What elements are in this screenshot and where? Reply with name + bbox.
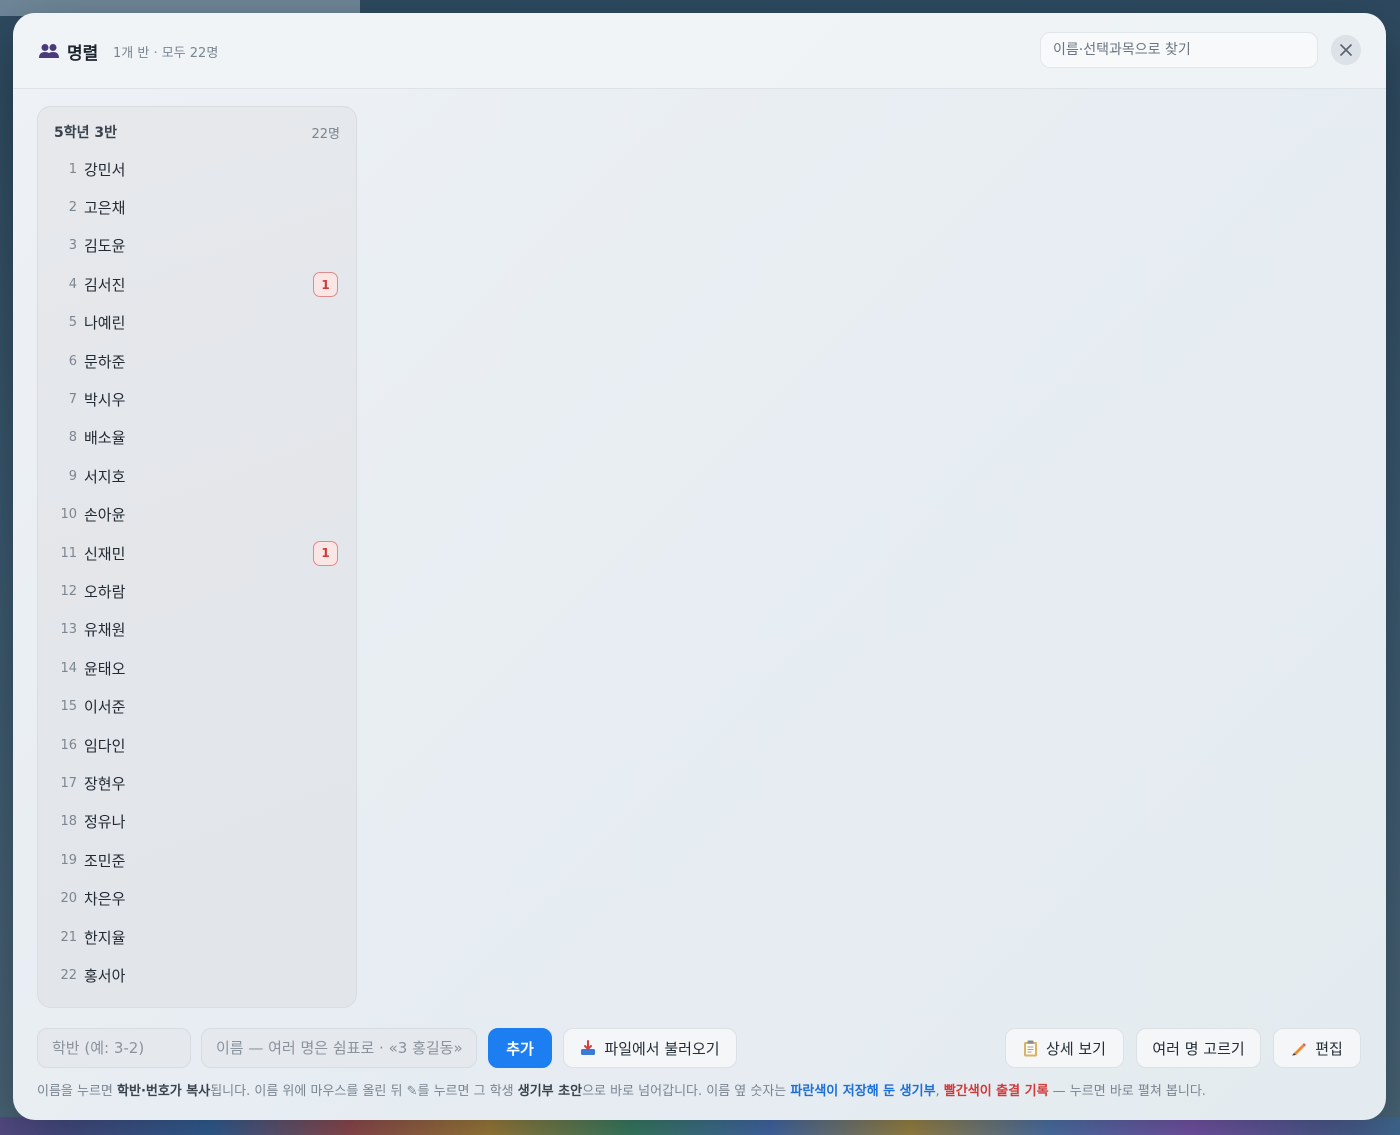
student-number: 1 (68, 161, 77, 177)
student-row[interactable]: 20 차은우 (38, 879, 356, 917)
student-name: 윤태오 (84, 659, 126, 678)
class-number-input[interactable] (37, 1028, 191, 1068)
student-name: 차은우 (84, 890, 126, 909)
student-row[interactable]: 8 배소율 (38, 419, 356, 457)
student-row[interactable]: 11 신재민 1 (38, 534, 356, 572)
student-number: 4 (68, 276, 77, 292)
multi-select-label: 여러 명 고르기 (1152, 1039, 1245, 1058)
student-row[interactable]: 2 고은채 (38, 188, 356, 226)
student-name: 문하준 (84, 352, 126, 371)
student-number: 7 (68, 392, 77, 408)
student-row[interactable]: 1 강민서 (38, 150, 356, 188)
import-file-button[interactable]: 파일에서 불러오기 (563, 1028, 737, 1068)
student-row[interactable]: 16 임다인 (38, 726, 356, 764)
student-number: 10 (60, 507, 77, 523)
student-name: 배소율 (84, 429, 126, 448)
student-name: 정유나 (84, 813, 126, 832)
student-number: 11 (60, 545, 77, 561)
student-name: 유채원 (84, 621, 126, 640)
student-number: 6 (68, 353, 77, 369)
class-panel: 5학년 3반 22명 1 강민서 2 고은채 3 김도윤 4 김서진 1 5 나예린 6 문하준 7 박시우… (37, 106, 357, 1008)
student-name: 이서준 (84, 698, 126, 717)
class-count: 22명 (311, 126, 340, 142)
student-number: 20 (60, 891, 77, 907)
student-name: 한지율 (84, 928, 126, 947)
student-name: 박시우 (84, 391, 126, 410)
edit-button[interactable]: 편집 (1273, 1028, 1361, 1068)
student-number: 15 (60, 699, 77, 715)
student-row[interactable]: 10 손아윤 (38, 496, 356, 534)
detail-view-button[interactable]: 상세 보기 (1005, 1028, 1124, 1068)
close-button[interactable] (1331, 35, 1361, 65)
student-list: 1 강민서 2 고은채 3 김도윤 4 김서진 1 5 나예린 6 문하준 7 박시우 8 배소율 9 서지호 10 손… (38, 150, 356, 995)
student-name-input[interactable] (201, 1028, 477, 1068)
student-row[interactable]: 4 김서진 1 (38, 265, 356, 303)
close-icon (1340, 44, 1352, 56)
multi-select-button[interactable]: 여러 명 고르기 (1136, 1028, 1261, 1068)
student-row[interactable]: 9 서지호 (38, 457, 356, 495)
class-name: 5학년 3반 (54, 125, 117, 141)
student-number: 5 (68, 315, 77, 331)
footer-toolbar: 추가 파일에서 불러오기 상세 보기 여러 명 고르기 (37, 1028, 1362, 1070)
student-row[interactable]: 18 정유나 (38, 803, 356, 841)
student-name: 김서진 (84, 275, 126, 294)
student-name: 오하람 (84, 582, 126, 601)
detail-view-label: 상세 보기 (1046, 1039, 1106, 1058)
student-row[interactable]: 13 유채원 (38, 611, 356, 649)
student-row[interactable]: 17 장현우 (38, 764, 356, 802)
student-row[interactable]: 12 오하람 (38, 572, 356, 610)
inbox-tray-icon (581, 1040, 596, 1055)
student-number: 18 (60, 814, 77, 830)
roster-modal: 명렬 1개 반 · 모두 22명 5학년 3반 22명 1 강민서 2 고은채 3 김도윤… (13, 13, 1386, 1120)
student-row[interactable]: 14 윤태오 (38, 649, 356, 687)
student-name: 홍서아 (84, 966, 126, 985)
student-number: 19 (60, 852, 77, 868)
help-text: 이름을 누르면 학반·번호가 복사됩니다. 이름 위에 마우스를 올린 뒤 ✎를… (37, 1084, 1206, 1099)
search-input[interactable] (1040, 32, 1318, 68)
student-row[interactable]: 3 김도윤 (38, 227, 356, 265)
attendance-badge[interactable]: 1 (313, 540, 338, 566)
student-name: 고은채 (84, 199, 126, 218)
student-number: 8 (68, 430, 77, 446)
attendance-badge[interactable]: 1 (313, 272, 338, 298)
roster-summary: 1개 반 · 모두 22명 (113, 46, 219, 61)
student-row[interactable]: 7 박시우 (38, 380, 356, 418)
student-number: 12 (60, 583, 77, 599)
modal-header: 명렬 1개 반 · 모두 22명 (13, 13, 1386, 89)
class-header: 5학년 3반 22명 (54, 122, 340, 142)
student-row[interactable]: 21 한지율 (38, 918, 356, 956)
student-row[interactable]: 22 홍서아 (38, 956, 356, 994)
add-button-label: 추가 (506, 1039, 534, 1058)
student-number: 9 (68, 468, 77, 484)
student-name: 손아윤 (84, 506, 126, 525)
student-number: 22 (60, 967, 77, 983)
student-row[interactable]: 5 나예린 (38, 304, 356, 342)
page-title: 명렬 (67, 44, 99, 64)
pencil-glyph: ✎ (406, 1084, 418, 1099)
student-row[interactable]: 15 이서준 (38, 687, 356, 725)
student-number: 2 (68, 200, 77, 216)
student-name: 임다인 (84, 736, 126, 755)
student-name: 김도윤 (84, 237, 126, 256)
clipboard-icon (1024, 1040, 1038, 1056)
student-number: 14 (60, 660, 77, 676)
student-number: 16 (60, 737, 77, 753)
student-name: 나예린 (84, 314, 126, 333)
student-name: 장현우 (84, 774, 126, 793)
import-file-label: 파일에서 불러오기 (604, 1039, 720, 1058)
edit-label: 편집 (1315, 1039, 1343, 1058)
add-button[interactable]: 추가 (488, 1028, 552, 1068)
student-name: 신재민 (84, 544, 126, 563)
student-name: 조민준 (84, 851, 126, 870)
student-number: 3 (68, 238, 77, 254)
student-number: 13 (60, 622, 77, 638)
student-row[interactable]: 19 조민준 (38, 841, 356, 879)
pencil-icon (1292, 1043, 1307, 1056)
people-icon (39, 44, 59, 58)
student-name: 서지호 (84, 467, 126, 486)
student-name: 강민서 (84, 160, 126, 179)
student-row[interactable]: 6 문하준 (38, 342, 356, 380)
student-number: 21 (60, 929, 77, 945)
student-number: 17 (60, 775, 77, 791)
